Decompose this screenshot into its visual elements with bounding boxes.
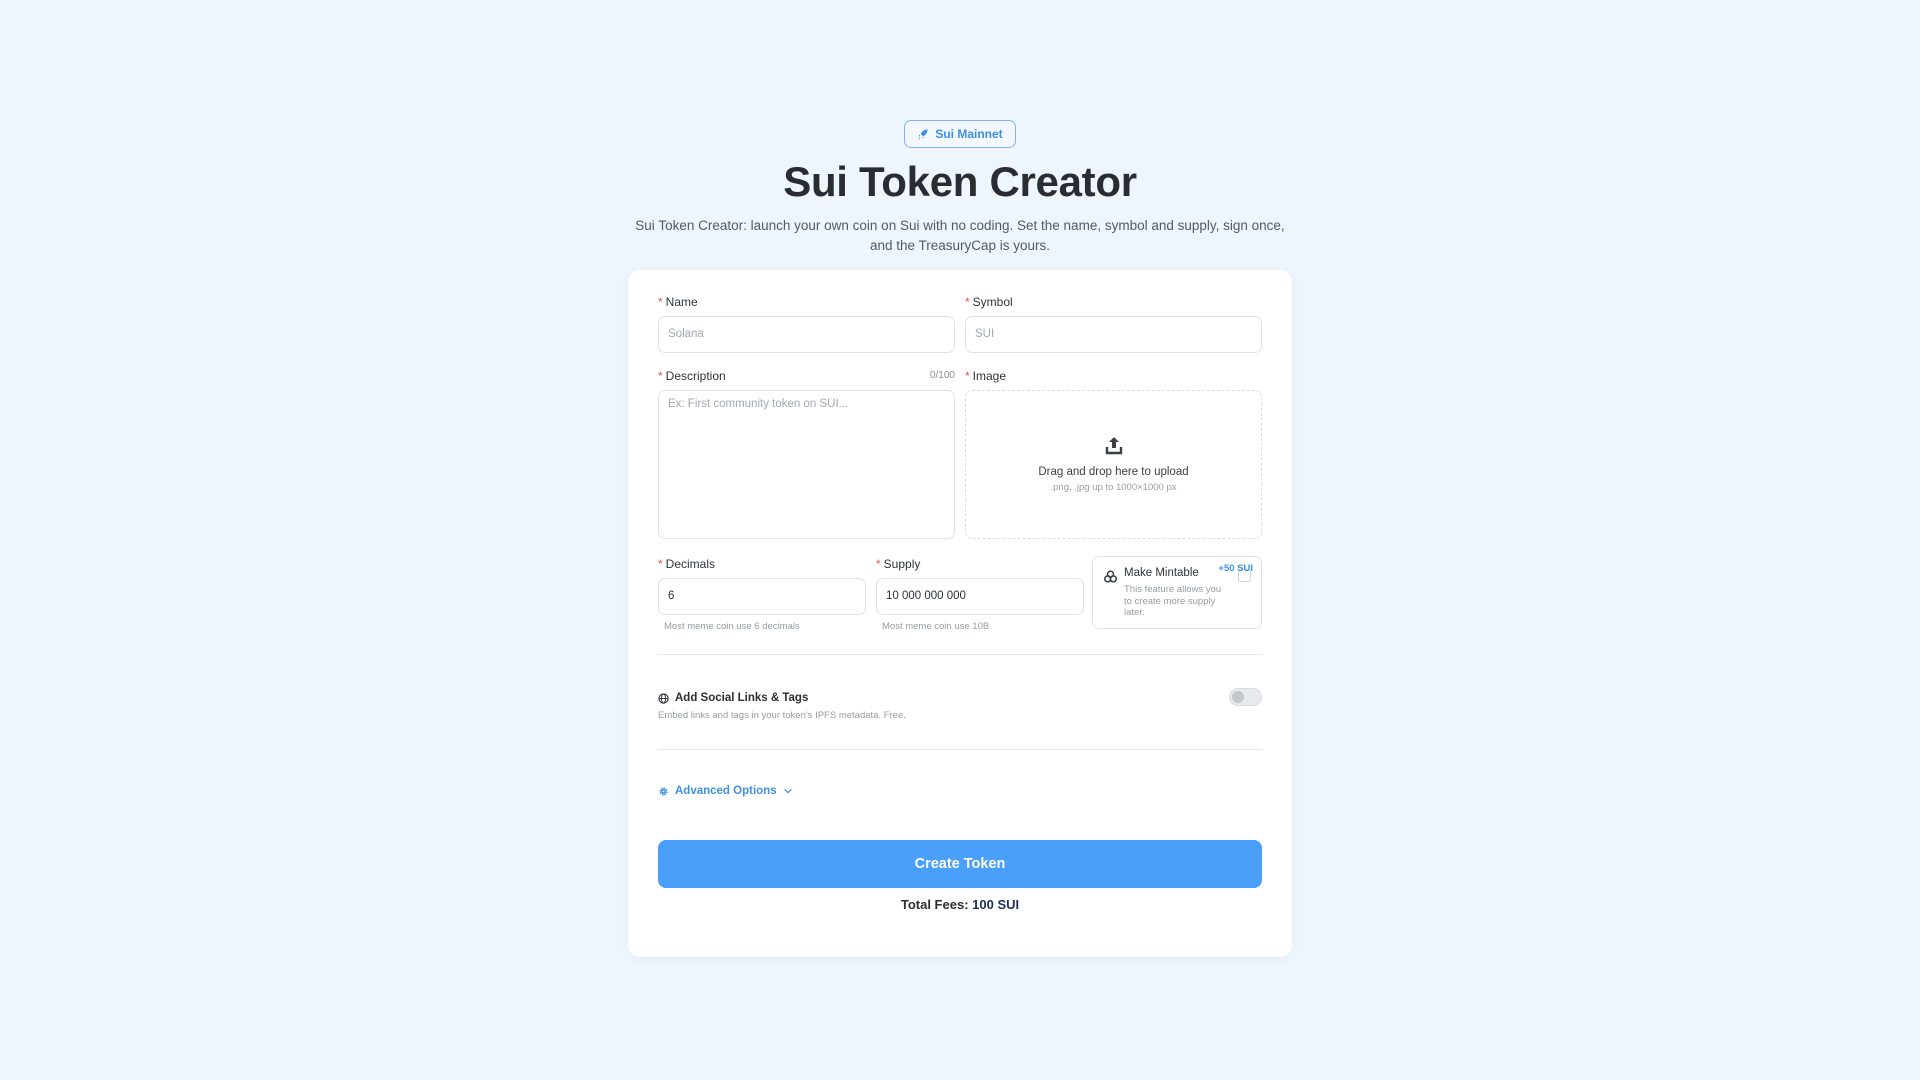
globe-icon — [658, 692, 669, 704]
page-title: Sui Token Creator — [783, 158, 1137, 205]
decimals-help: Most meme coin use 6 decimals — [664, 621, 800, 632]
image-field: * Image Drag and drop here to upload .png… — [965, 368, 1262, 539]
mintable-fee-badge: +50 SUI — [1218, 563, 1253, 574]
description-textarea[interactable]: Ex: First community token on SUI... — [658, 390, 955, 539]
dropzone-hint: .png, .jpg up to 1000×1000 px — [1050, 482, 1177, 493]
image-dropzone[interactable]: Drag and drop here to upload .png, .jpg … — [965, 390, 1262, 539]
mintable-description: This feature allows you to create more s… — [1124, 584, 1222, 618]
decimals-field: * Decimals 6 Most meme coin use 6 decimal… — [658, 556, 866, 632]
required-marker: * — [876, 557, 881, 571]
total-fees-label: Total Fees: — [900, 897, 969, 912]
symbol-field: * Symbol SUI — [965, 294, 1262, 353]
symbol-input[interactable]: SUI — [965, 316, 1262, 353]
mintable-title: Make Mintable — [1124, 567, 1199, 579]
chevron-down-icon — [783, 788, 792, 794]
description-label: Description — [665, 369, 726, 383]
decimals-input[interactable]: 6 — [658, 578, 866, 615]
token-form-card: * Name Solana * Symbol SUI * Description 0/… — [628, 270, 1292, 957]
gear-icon — [659, 786, 668, 796]
supply-field: * Supply 10 000 000 000 Most meme coin us… — [876, 556, 1084, 632]
advanced-options-label: Advanced Options — [675, 785, 777, 797]
network-badge-label: Sui Mainnet — [935, 127, 1003, 141]
advanced-options-toggle[interactable]: Advanced Options — [658, 785, 793, 797]
name-input[interactable]: Solana — [658, 316, 955, 353]
decimals-label: Decimals — [665, 557, 716, 571]
name-field: * Name Solana — [658, 294, 955, 353]
total-fees: Total Fees: 100 SUI — [658, 897, 1262, 912]
description-counter: 0/100 — [929, 370, 955, 381]
network-badge[interactable]: Sui Mainnet — [904, 120, 1016, 148]
social-links-description: Embed links and tags in your token's IPF… — [658, 710, 906, 721]
supply-input[interactable]: 10 000 000 000 — [876, 578, 1084, 615]
social-links-toggle[interactable] — [1229, 688, 1262, 706]
required-marker: * — [658, 557, 663, 571]
social-links-section: Add Social Links & Tags Embed links and … — [658, 688, 1262, 721]
divider — [658, 749, 1262, 750]
upload-icon — [1105, 437, 1122, 455]
supply-help: Most meme coin use 10B — [882, 621, 990, 632]
page-header: Sui Mainnet Sui Token Creator Sui Token … — [560, 120, 1360, 256]
image-label: Image — [972, 369, 1007, 383]
make-mintable-option[interactable]: Make Mintable This feature allows you to… — [1092, 556, 1262, 629]
rocket-icon — [918, 129, 928, 140]
name-label: Name — [665, 295, 698, 309]
coins-icon — [1104, 570, 1117, 583]
social-links-title: Add Social Links & Tags — [675, 692, 809, 704]
required-marker: * — [658, 369, 663, 383]
total-fees-amount: 100 SUI — [972, 897, 1020, 912]
dropzone-text: Drag and drop here to upload — [1038, 466, 1189, 478]
required-marker: * — [658, 295, 663, 309]
description-field: * Description 0/100 Ex: First community t… — [658, 368, 955, 539]
page-subtitle: Sui Token Creator: launch your own coin … — [635, 218, 1285, 253]
symbol-label: Symbol — [972, 295, 1013, 309]
supply-label: Supply — [883, 557, 921, 571]
divider — [658, 654, 1262, 655]
required-marker: * — [965, 295, 970, 309]
create-token-button[interactable]: Create Token — [658, 840, 1262, 888]
required-marker: * — [965, 369, 970, 383]
